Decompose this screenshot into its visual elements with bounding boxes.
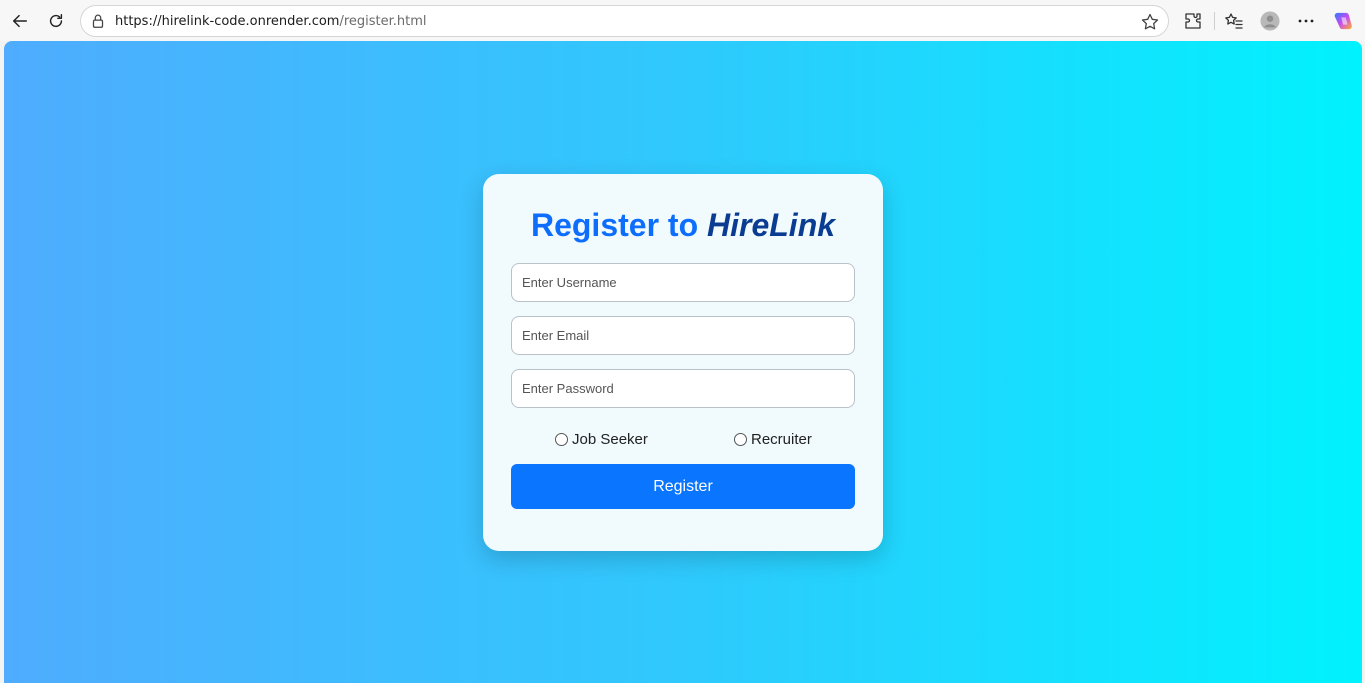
refresh-button[interactable] <box>43 8 69 34</box>
profile-button[interactable] <box>1258 9 1282 33</box>
username-field[interactable] <box>511 263 855 302</box>
password-field[interactable] <box>511 369 855 408</box>
favorite-star-icon[interactable] <box>1140 12 1160 32</box>
recruiter-label: Recruiter <box>751 431 812 448</box>
page-background: Register to HireLink Job Seeker Recruite… <box>4 41 1362 683</box>
toolbar-divider <box>1214 12 1215 30</box>
back-button[interactable] <box>7 8 33 34</box>
recruiter-radio[interactable] <box>734 433 747 446</box>
role-option-recruiter[interactable]: Recruiter <box>734 431 812 448</box>
browser-toolbar: https://hirelink-code.onrender.com/regis… <box>0 0 1365 41</box>
more-button[interactable] <box>1294 9 1318 33</box>
copilot-button[interactable] <box>1331 9 1355 33</box>
extensions-icon <box>1185 13 1201 29</box>
email-field[interactable] <box>511 316 855 355</box>
register-button[interactable]: Register <box>511 464 855 509</box>
copilot-icon <box>1334 12 1352 30</box>
page-title: Register to HireLink <box>483 207 883 244</box>
address-bar[interactable]: https://hirelink-code.onrender.com/regis… <box>80 5 1169 37</box>
job-seeker-label: Job Seeker <box>572 431 648 448</box>
extensions-button[interactable] <box>1181 9 1205 33</box>
favorites-button[interactable] <box>1222 9 1246 33</box>
url-path: /register.html <box>339 14 427 29</box>
url-host: https://hirelink-code.onrender.com <box>115 14 340 29</box>
job-seeker-radio[interactable] <box>555 433 568 446</box>
title-prefix: Register to <box>530 207 699 243</box>
back-arrow-icon <box>12 14 28 28</box>
title-brand: HireLink <box>707 207 836 243</box>
url-text[interactable]: https://hirelink-code.onrender.com/regis… <box>115 14 427 29</box>
favorites-icon <box>1225 13 1243 29</box>
register-card: Register to HireLink Job Seeker Recruite… <box>483 174 883 551</box>
profile-icon <box>1260 11 1280 31</box>
more-icon <box>1298 19 1314 23</box>
refresh-icon <box>49 13 63 28</box>
lock-icon[interactable] <box>89 12 107 30</box>
role-option-job-seeker[interactable]: Job Seeker <box>555 431 648 448</box>
